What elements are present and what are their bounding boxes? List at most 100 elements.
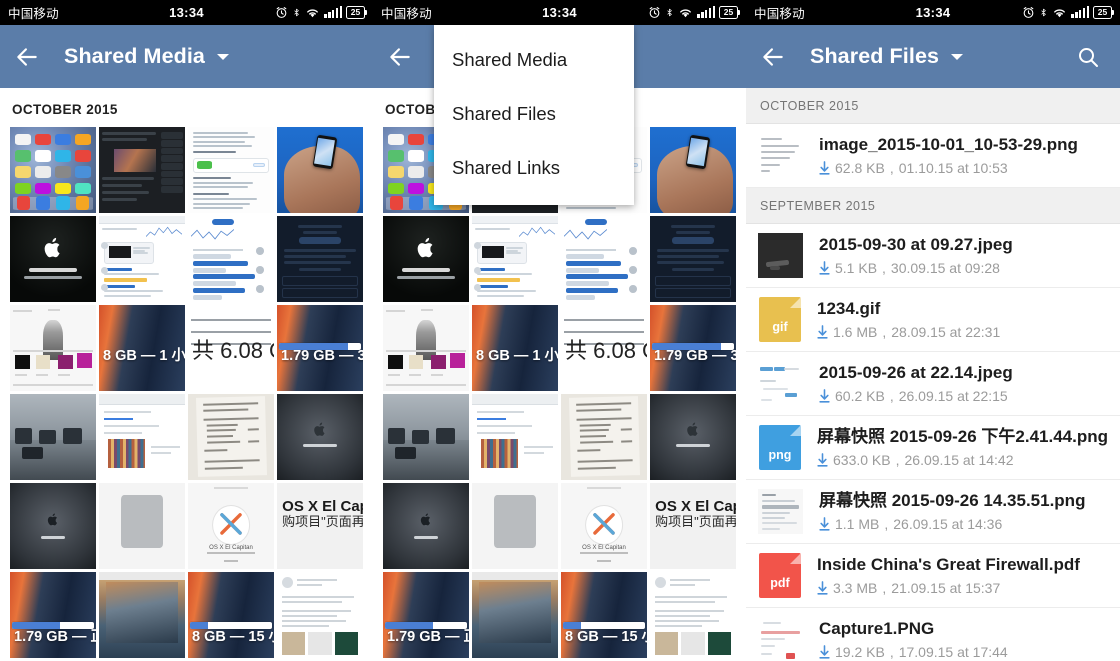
media-thumb[interactable] — [188, 127, 274, 213]
media-thumb[interactable]: OS X El Capitan"失败购项目"页面再试一次。 — [277, 483, 363, 569]
download-icon — [817, 453, 828, 467]
file-name: 1234.gif — [817, 298, 881, 318]
file-size: 633.0 KB — [833, 451, 891, 468]
media-thumb[interactable]: 8 GB — 15 小时 34 — [561, 572, 647, 658]
media-thumb[interactable] — [277, 572, 363, 658]
file-size: 62.8 KB — [835, 159, 885, 176]
file-row[interactable]: 屏幕快照 2015-09-26 14.35.51.png 1.1 MB, 26.… — [746, 480, 1120, 544]
download-icon — [819, 645, 830, 659]
media-overlay-text: 8 GB — 1 小时 — [476, 348, 558, 364]
file-row[interactable]: image_2015-10-01_10-53-29.png 62.8 KB, 0… — [746, 124, 1120, 188]
panel-shared-media: 中国移动 13:34 25 Shared Media OCTOBER 2015 — [0, 0, 373, 661]
media-thumb[interactable] — [561, 216, 647, 302]
media-thumb[interactable] — [99, 216, 185, 302]
media-thumb[interactable]: 8 GB — 1 小时 — [99, 305, 185, 391]
media-thumb[interactable] — [472, 572, 558, 658]
menu-item-shared-files[interactable]: Shared Files — [434, 87, 634, 141]
media-thumb[interactable] — [650, 127, 736, 213]
section-header-september: SEPTEMBER 2015 — [746, 188, 1120, 224]
media-thumb[interactable]: 1.79 GB — 3 分钟 — [650, 305, 736, 391]
media-thumb[interactable] — [650, 394, 736, 480]
status-bar: 中国移动 13:34 25 — [746, 0, 1120, 25]
media-thumb[interactable] — [277, 394, 363, 480]
back-arrow-icon[interactable] — [14, 44, 40, 70]
file-size: 1.6 MB — [833, 323, 878, 340]
back-arrow-icon[interactable] — [387, 44, 413, 70]
media-thumb[interactable] — [472, 216, 558, 302]
media-overlay-body: 购项目"页面再试一次。 — [655, 514, 736, 530]
page-title: Shared Files — [810, 44, 940, 68]
media-thumb[interactable] — [472, 394, 558, 480]
file-sep: , — [889, 387, 894, 404]
media-thumb[interactable] — [99, 127, 185, 213]
status-icons: 25 — [275, 6, 367, 19]
media-thumb[interactable] — [10, 305, 96, 391]
file-subtitle: 633.0 KB, 26.09.15 at 14:42 — [817, 451, 1108, 470]
section-header-october: OCTOBER 2015 — [746, 88, 1120, 124]
media-thumb[interactable]: 共 6.08 GB — [561, 305, 647, 391]
media-thumb[interactable]: 1.79 GB — 正在计 — [10, 572, 96, 658]
file-row[interactable]: pdf Inside China's Great Firewall.pdf 3.… — [746, 544, 1120, 608]
media-thumb[interactable] — [10, 127, 96, 213]
media-thumb[interactable] — [277, 216, 363, 302]
status-icons: 25 — [1022, 6, 1114, 19]
media-thumb[interactable]: OS X El Capitan — [188, 483, 274, 569]
file-date: 26.09.15 at 22:15 — [898, 387, 1008, 404]
media-thumb[interactable] — [99, 394, 185, 480]
media-thumb[interactable] — [561, 394, 647, 480]
file-sep: , — [882, 579, 887, 596]
battery-icon: 25 — [346, 6, 367, 19]
file-row[interactable]: Capture1.PNG 19.2 KB, 17.09.15 at 17:44 — [746, 608, 1120, 661]
media-thumb[interactable] — [277, 127, 363, 213]
file-meta: image_2015-10-01_10-53-29.png 62.8 KB, 0… — [819, 134, 1108, 178]
three-panel-screenshot: 中国移动 13:34 25 Shared Media OCTOBER 2015 — [0, 0, 1120, 661]
search-icon[interactable] — [1076, 45, 1100, 69]
file-type-label: pdf — [770, 576, 790, 590]
file-date: 21.09.15 at 15:37 — [891, 579, 1001, 596]
file-subtitle: 3.3 MB, 21.09.15 at 15:37 — [817, 579, 1108, 598]
media-thumb[interactable]: 1.79 GB — 3 分钟 — [277, 305, 363, 391]
media-thumb[interactable] — [10, 483, 96, 569]
media-thumb[interactable]: 8 GB — 1 小时 — [472, 305, 558, 391]
media-thumb[interactable] — [383, 305, 469, 391]
file-row[interactable]: gif 1234.gif 1.6 MB, 28.09.15 at 22:31 — [746, 288, 1120, 352]
media-thumb[interactable] — [10, 394, 96, 480]
media-overlay-text: 8 GB — 15 小时 34 — [192, 628, 274, 645]
file-row[interactable]: png 屏幕快照 2015-09-26 下午2.41.44.png 633.0 … — [746, 416, 1120, 480]
media-thumb[interactable] — [472, 483, 558, 569]
media-thumb[interactable] — [188, 394, 274, 480]
file-row[interactable]: 2015-09-30 at 09.27.jpeg 5.1 KB, 30.09.1… — [746, 224, 1120, 288]
media-thumb[interactable] — [99, 572, 185, 658]
back-arrow-icon[interactable] — [760, 44, 786, 70]
file-size: 5.1 KB — [835, 259, 878, 276]
media-thumb[interactable] — [99, 483, 185, 569]
media-grid: 8 GB — 1 小时 共 6.08 GB 1.79 GB — 3 分钟 OS … — [373, 127, 746, 658]
chevron-down-icon[interactable] — [217, 53, 229, 60]
status-bar: 中国移动 13:34 25 — [373, 0, 746, 25]
file-thumbnail — [758, 361, 803, 406]
status-icons: 25 — [648, 6, 740, 19]
media-overlay-text: 1.79 GB — 正在计 — [14, 628, 96, 645]
media-overlay-text: 1.79 GB — 3 分钟 — [654, 348, 736, 364]
media-thumb[interactable] — [383, 216, 469, 302]
chevron-down-icon[interactable] — [951, 53, 964, 60]
media-thumb[interactable]: 共 6.08 GB — [188, 305, 274, 391]
media-thumb[interactable]: OS X El Capitan"失败购项目"页面再试一次。 — [650, 483, 736, 569]
shared-content-dropdown-menu[interactable]: Shared Media Shared Files Shared Links — [434, 25, 634, 205]
media-thumb[interactable] — [10, 216, 96, 302]
file-meta: 2015-09-30 at 09.27.jpeg 5.1 KB, 30.09.1… — [819, 234, 1108, 278]
media-thumb[interactable] — [188, 216, 274, 302]
media-thumb[interactable]: OS X El Capitan — [561, 483, 647, 569]
media-thumb[interactable] — [383, 394, 469, 480]
media-thumb[interactable]: 8 GB — 15 小时 34 — [188, 572, 274, 658]
file-row[interactable]: 2015-09-26 at 22.14.jpeg 60.2 KB, 26.09.… — [746, 352, 1120, 416]
media-thumb[interactable]: 1.79 GB — 正在计 — [383, 572, 469, 658]
menu-item-shared-links[interactable]: Shared Links — [434, 141, 634, 195]
file-meta: 屏幕快照 2015-09-26 下午2.41.44.png 633.0 KB, … — [817, 426, 1108, 470]
media-thumb[interactable] — [383, 483, 469, 569]
media-thumb[interactable] — [650, 216, 736, 302]
file-meta: 1234.gif 1.6 MB, 28.09.15 at 22:31 — [817, 298, 1108, 342]
media-thumb[interactable] — [650, 572, 736, 658]
battery-icon: 25 — [719, 6, 740, 19]
menu-item-shared-media[interactable]: Shared Media — [434, 33, 634, 87]
